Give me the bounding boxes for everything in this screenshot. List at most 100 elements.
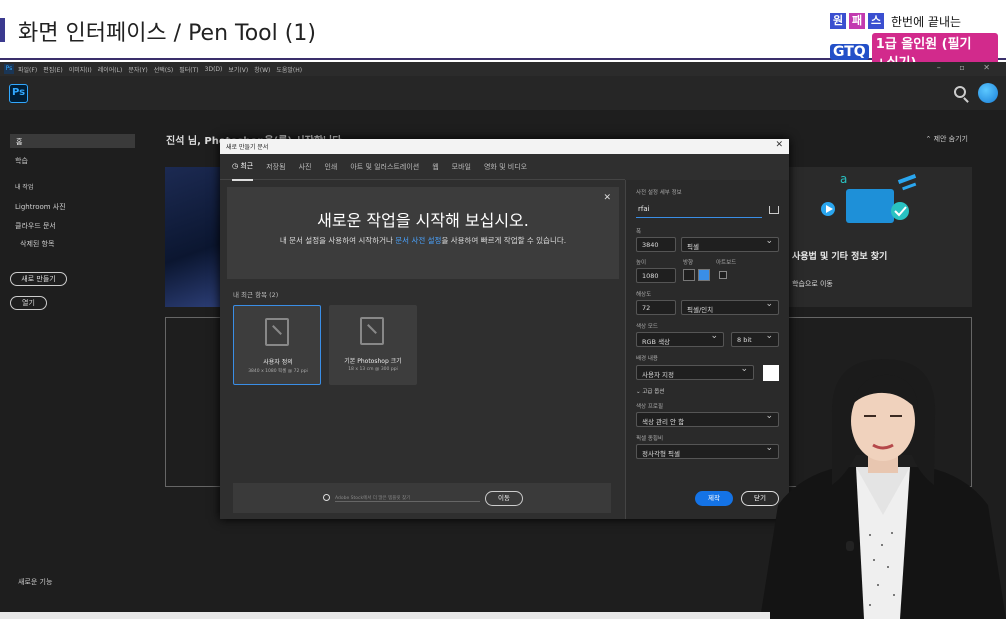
welcome-close-icon[interactable]: ✕ (603, 193, 611, 203)
lecture-title: 화면 인터페이스 / Pen Tool (1) (18, 21, 316, 46)
dialog-title: 새로 만들기 문서 (226, 144, 269, 151)
width-input[interactable]: 3840 (636, 237, 676, 252)
resolution-unit-select[interactable]: 픽셀/인치 (681, 299, 779, 315)
sidebar-item-lightroom[interactable]: Lightroom 사진 (15, 202, 66, 212)
photoshop-logo[interactable]: Ps (9, 84, 28, 103)
preset-custom[interactable]: 사용자 정의 3840 x 1080 픽셀 @ 72 ppi (233, 305, 321, 385)
preset-size: 3840 x 1080 픽셀 @ 72 ppi (248, 369, 308, 374)
open-button[interactable]: 열기 (10, 296, 47, 310)
menu-layer[interactable]: 레이어(L) (98, 65, 123, 74)
home-sidebar: 홈 학습 내 작업 Lightroom 사진 클라우드 문서 삭제된 항목 새로… (0, 110, 150, 619)
go-button[interactable]: 이동 (485, 491, 523, 506)
sidebar-item-deleted[interactable]: 삭제된 항목 (20, 239, 54, 249)
color-profile-select[interactable]: 색상 관리 안 함 (636, 411, 779, 427)
menu-help[interactable]: 도움말(H) (276, 65, 302, 74)
app-bar: Ps (0, 76, 1006, 110)
recent-items-label: 내 최근 항목 (2) (233, 291, 279, 299)
learn-illustration: a (788, 167, 972, 237)
logo-char-2: 패 (849, 13, 865, 29)
pixel-aspect-select[interactable]: 정사각형 픽셀 (636, 443, 779, 459)
close-icon[interactable]: ✕ (775, 140, 783, 150)
stock-search-input[interactable]: Adobe Stock에서 더 많은 템플릿 찾기 (335, 495, 480, 502)
orientation-label: 방향 (683, 260, 694, 266)
new-document-dialog: 새로 만들기 문서 ✕ ◷ 최근 저장됨 사진 인쇄 아트 및 일러스트레이션 … (220, 139, 789, 519)
learn-card-link[interactable]: 학습으로 이동 (792, 279, 833, 289)
tab-film[interactable]: 영화 및 비디오 (484, 154, 527, 180)
preset-size: 18 x 13 cm @ 300 ppi (348, 367, 398, 372)
window-controls[interactable]: – ▫ ✕ (937, 63, 998, 72)
menu-image[interactable]: 이미지(I) (69, 65, 92, 74)
tab-photo[interactable]: 사진 (299, 154, 312, 180)
background-select[interactable]: 사용자 지정 (636, 364, 754, 380)
resolution-input[interactable]: 72 (636, 300, 676, 315)
resolution-label: 해상도 (636, 292, 652, 298)
menu-select[interactable]: 선택(S) (154, 65, 174, 74)
tab-recent[interactable]: ◷ 최근 (232, 153, 254, 181)
color-mode-label: 색상 모드 (636, 324, 658, 330)
lecture-banner: 화면 인터페이스 / Pen Tool (1) 원 패 스 한번에 끝내는 GT… (0, 0, 1006, 71)
tab-art[interactable]: 아트 및 일러스트레이션 (350, 154, 419, 180)
create-button[interactable]: 제작 (695, 491, 733, 506)
whats-new-link[interactable]: 새로운 기능 (18, 577, 52, 587)
welcome-panel: ✕ 새로운 작업을 시작해 보십시오. 내 문서 설정을 사용하여 시작하거나 … (227, 187, 619, 279)
title-accent-bar (0, 18, 5, 42)
taskbar (0, 612, 770, 619)
tab-saved[interactable]: 저장됨 (266, 154, 285, 180)
logo-slogan: 한번에 끝내는 (891, 14, 962, 29)
color-mode-select[interactable]: RGB 색상 (636, 331, 724, 347)
sidebar-item-my-work[interactable]: 내 작업 (15, 182, 33, 191)
search-icon (323, 494, 330, 501)
tab-print[interactable]: 인쇄 (324, 154, 337, 180)
learn-card-title: 사용법 및 기타 정보 찾기 (792, 252, 888, 262)
logo-gtq: GTQ (830, 44, 869, 60)
menu-edit[interactable]: 편집(E) (43, 65, 63, 74)
preset-name: 기본 Photoshop 크기 (344, 358, 402, 365)
search-icon[interactable] (954, 86, 966, 98)
welcome-desc-a: 내 문서 설정을 사용하여 시작하거나 (279, 236, 396, 245)
sidebar-item-home[interactable]: 홈 (10, 134, 135, 148)
document-icon (265, 318, 289, 346)
welcome-heading: 새로운 작업을 시작해 보십시오. (317, 211, 529, 230)
details-label: 사전 설정 세부 정보 (636, 190, 682, 196)
save-preset-icon[interactable] (769, 206, 779, 214)
hide-tips-button[interactable]: ⌃ 제안 숨기기 (925, 134, 968, 144)
menu-file[interactable]: 파일(F) (18, 65, 37, 74)
width-unit-select[interactable]: 픽셀 (681, 236, 779, 252)
tab-mobile[interactable]: 모바일 (452, 154, 471, 180)
new-file-button[interactable]: 새로 만들기 (10, 272, 67, 286)
preset-default[interactable]: 기본 Photoshop 크기 18 x 13 cm @ 300 ppi (329, 305, 417, 385)
sidebar-item-learn[interactable]: 학습 (15, 156, 28, 166)
menu-3d[interactable]: 3D(D) (205, 66, 223, 73)
preset-tabs: ◷ 최근 저장됨 사진 인쇄 아트 및 일러스트레이션 웹 모바일 영화 및 비… (220, 153, 625, 181)
menu-filter[interactable]: 필터(T) (179, 65, 198, 74)
avatar[interactable] (978, 83, 998, 103)
menu-type[interactable]: 문자(Y) (128, 65, 147, 74)
welcome-desc-b: 을 사용하여 빠르게 작업할 수 있습니다. (441, 236, 567, 245)
sidebar-item-cloud-docs[interactable]: 클라우드 문서 (15, 221, 56, 231)
tab-web[interactable]: 웹 (432, 154, 438, 180)
artboard-checkbox[interactable] (719, 271, 727, 279)
preset-link[interactable]: 문서 사전 설정 (395, 236, 441, 245)
preset-name: 사용자 정의 (263, 359, 293, 366)
color-profile-label: 색상 프로필 (636, 404, 664, 410)
bit-depth-select[interactable]: 8 bit (731, 331, 779, 347)
document-name-input[interactable]: rfai (636, 202, 762, 218)
advanced-options-toggle[interactable]: ⌄ 고급 옵션 (636, 387, 664, 395)
logo-char-3: 스 (868, 13, 884, 29)
tab-recent-label: 최근 (240, 161, 254, 170)
course-logo: 원 패 스 한번에 끝내는 GTQ 1급 올인원 (필기+실기) (830, 12, 998, 71)
document-icon (360, 317, 384, 345)
screen: 화면 인터페이스 / Pen Tool (1) 원 패 스 한번에 끝내는 GT… (0, 0, 1006, 619)
home-card-image[interactable] (165, 167, 223, 307)
logo-char-1: 원 (830, 13, 846, 29)
svg-text:a: a (840, 172, 847, 186)
landscape-icon[interactable] (698, 269, 710, 281)
stock-search-bar: Adobe Stock에서 더 많은 템플릿 찾기 이동 (233, 483, 611, 513)
advanced-options-label: 고급 옵션 (642, 389, 665, 395)
dialog-titlebar: 새로 만들기 문서 ✕ (220, 139, 789, 154)
menu-window[interactable]: 창(W) (254, 65, 270, 74)
portrait-icon[interactable] (683, 269, 695, 281)
height-input[interactable]: 1080 (636, 268, 676, 283)
learn-card[interactable]: a 사용법 및 기타 정보 찾기 학습으로 이동 (788, 167, 972, 307)
menu-view[interactable]: 보기(V) (228, 65, 248, 74)
